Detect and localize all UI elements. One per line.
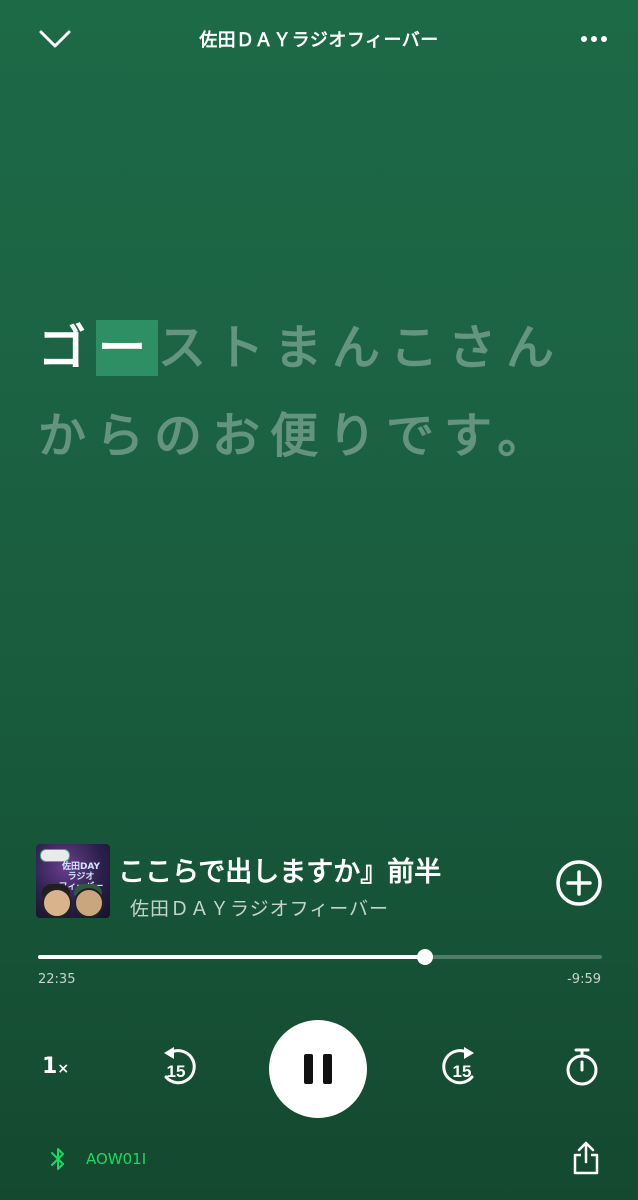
connected-device-name[interactable]: AOW01I: [86, 1150, 146, 1168]
episode-artwork[interactable]: 佐田DAY ラジオ フィーバー: [36, 844, 110, 918]
pause-icon-bar: [323, 1054, 332, 1084]
artwork-badge: [40, 849, 70, 862]
artwork-face-right: [74, 888, 104, 918]
progress-thumb[interactable]: [416, 949, 433, 965]
skip-forward-label: 15: [453, 1062, 472, 1081]
skip-forward-15-button[interactable]: 15: [434, 1044, 480, 1090]
chevron-down-icon[interactable]: [36, 24, 74, 54]
artwork-face-left: [42, 888, 72, 918]
lyric-current-text: ー: [96, 320, 159, 376]
footer-bar: AOW01I: [0, 1136, 638, 1186]
lyric-sung-text: ゴ: [38, 320, 97, 376]
header-title: 佐田ＤＡＹラジオフィーバー: [199, 30, 439, 51]
lyrics-panel: ゴーストまんこさんからのお便りです。: [38, 304, 598, 480]
speed-value: 1: [42, 1054, 58, 1079]
bluetooth-icon[interactable]: [50, 1146, 66, 1172]
pause-button[interactable]: [269, 1020, 367, 1118]
plus-circle-icon[interactable]: [554, 858, 604, 908]
remaining-time: -9:59: [567, 972, 601, 987]
pause-icon: [304, 1054, 313, 1084]
elapsed-time: 22:35: [38, 972, 76, 987]
playback-controls: 1× 15 15: [0, 1020, 638, 1120]
progress-slider[interactable]: [38, 949, 602, 965]
player-header: 佐田ＤＡＹラジオフィーバー: [0, 0, 638, 78]
speed-suffix: ×: [57, 1061, 70, 1077]
more-dots-icon[interactable]: [576, 30, 612, 48]
track-title[interactable]: ここらで出しますか』前半: [118, 850, 538, 889]
sleep-timer-icon[interactable]: [562, 1046, 602, 1088]
progress-fill: [38, 955, 425, 959]
skip-back-15-button[interactable]: 15: [158, 1044, 204, 1090]
playback-speed-button[interactable]: 1×: [42, 1054, 69, 1079]
share-icon[interactable]: [572, 1140, 600, 1176]
now-playing-bar: 佐田DAY ラジオ フィーバー ここらで出しますか』前半 佐田ＤＡＹラジオフィー…: [0, 838, 638, 928]
show-name[interactable]: 佐田ＤＡＹラジオフィーバー: [130, 894, 389, 921]
skip-back-label: 15: [167, 1062, 186, 1081]
